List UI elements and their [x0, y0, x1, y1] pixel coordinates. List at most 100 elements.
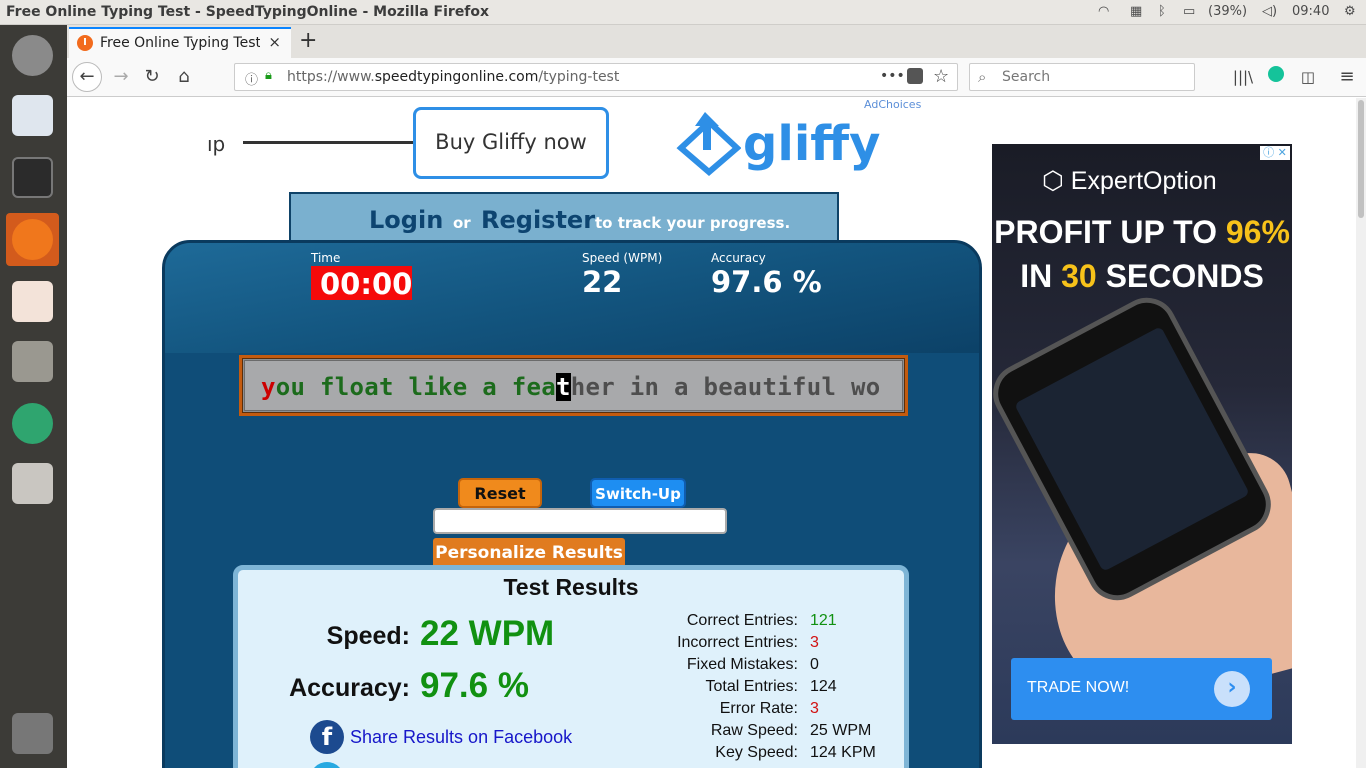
clock[interactable]: 09:40 [1292, 4, 1329, 19]
firefox-icon [12, 219, 53, 260]
forward-button[interactable]: → [107, 63, 135, 91]
launcher-mixer[interactable] [6, 457, 59, 510]
ad-headline-2c: SECONDS [1096, 258, 1264, 294]
nav-bar: ← → ↻ ⌂ ⓘ 🔒︎ https://www.speedtypingonli… [67, 58, 1366, 97]
launcher-firefox[interactable] [6, 213, 59, 266]
result-detail-label: Total Entries: [705, 678, 798, 695]
launcher-files[interactable] [6, 335, 59, 388]
mixer-icon [12, 463, 53, 504]
ubuntu-dash-button[interactable] [6, 29, 59, 82]
results-speed-value: 22 WPM [420, 614, 555, 653]
ad-close-button[interactable]: ⓘ ✕ [1260, 146, 1290, 160]
typing-test-panel: Time 00:00 Speed (WPM) 22 Accuracy 97.6 … [162, 240, 982, 768]
time-label: Time [311, 251, 341, 265]
new-tab-button[interactable]: + [299, 28, 317, 53]
settings-gear-icon[interactable]: ⚙ [1344, 4, 1356, 19]
share-facebook-link[interactable]: Share Results on Facebook [350, 727, 572, 748]
trade-now-label: TRADE NOW! [1027, 679, 1130, 696]
result-detail-value: 124 KPM [810, 744, 876, 761]
accuracy-value: 97.6 % [711, 265, 822, 299]
launcher-image-viewer[interactable] [6, 89, 59, 142]
wifi-icon[interactable]: ◠ [1098, 4, 1109, 19]
login-link[interactable]: Login [369, 206, 443, 234]
buy-gliffy-button[interactable]: Buy Gliffy now [413, 107, 609, 179]
typed-text: ou float like a fea [275, 373, 556, 401]
ad-headline-2a: IN [1020, 258, 1062, 294]
time-value: 00:00 [320, 267, 413, 301]
tab-label: Free Online Typing Test - SpeedTypingOnl… [100, 35, 260, 51]
tab-strip: I Free Online Typing Test - SpeedTypingO… [67, 25, 1366, 58]
gliffy-wordmark: gliffy [743, 116, 881, 172]
or-text: or [453, 214, 471, 232]
page-actions-button[interactable]: ••• [880, 68, 905, 84]
login-banner-suffix: to track your progress. [595, 214, 791, 232]
expertoption-ad[interactable]: ⓘ ✕ ⬡ ExpertOption PROFIT UP TO 96% IN 3… [992, 144, 1292, 744]
typing-text: you float like a feather in a beautiful … [261, 373, 880, 401]
error-char: y [261, 373, 276, 401]
ad-headline-1: PROFIT UP TO 96% [992, 214, 1292, 251]
bluetooth-icon[interactable]: ᛒ [1158, 4, 1166, 19]
home-button[interactable]: ⌂ [170, 63, 198, 91]
back-button[interactable]: ← [72, 62, 102, 92]
launcher-terminal[interactable] [6, 151, 59, 204]
tab-close-icon[interactable]: × [268, 33, 281, 51]
ad-divider-line [243, 141, 415, 144]
sidebar-icon[interactable]: ◫ [1294, 63, 1322, 91]
typing-text-box[interactable]: you float like a feather in a beautiful … [239, 355, 908, 416]
scrollbar-thumb[interactable] [1358, 100, 1364, 218]
ad-headline-1a: PROFIT UP TO [994, 214, 1226, 250]
register-link[interactable]: Register [481, 206, 595, 234]
ubuntu-logo-icon [12, 35, 53, 76]
time-display: 00:00 [311, 266, 413, 301]
result-detail-value: 3 [810, 700, 819, 717]
cursor-char: t [556, 373, 571, 401]
gliffy-logo[interactable]: gliffy [675, 110, 880, 180]
url-bar[interactable]: ⓘ 🔒︎ https://www.speedtypingonline.com/t… [234, 63, 958, 91]
remaining-text: her in a beautiful wo [570, 373, 881, 401]
page-content: AdChoices ıp Buy Gliffy now gliffy Login… [67, 98, 1356, 768]
grammarly-icon[interactable] [1262, 63, 1290, 91]
ad-partial-text: ıp [207, 132, 226, 156]
url-text[interactable]: https://www.speedtypingonline.com/typing… [287, 69, 619, 85]
launcher-atom[interactable] [6, 397, 59, 450]
launcher-impress[interactable] [6, 275, 59, 328]
keyboard-icon[interactable]: ▦ [1130, 4, 1142, 19]
system-top-bar: Free Online Typing Test - SpeedTypingOnl… [0, 0, 1366, 25]
facebook-icon[interactable]: f [310, 720, 344, 754]
tab-typing-test[interactable]: I Free Online Typing Test - SpeedTypingO… [69, 27, 291, 58]
lock-icon[interactable]: 🔒︎ [265, 68, 272, 83]
typing-text-inner: you float like a feather in a beautiful … [244, 360, 903, 411]
impress-icon [12, 281, 53, 322]
search-placeholder: Search [1002, 69, 1051, 85]
result-detail-label: Fixed Mistakes: [686, 656, 798, 673]
bookmark-star-icon[interactable]: ☆ [933, 66, 949, 87]
switch-up-button[interactable]: Switch-Up [590, 478, 686, 508]
results-speed-label: Speed: [326, 622, 410, 650]
menu-hamburger-icon[interactable]: ≡ [1333, 63, 1361, 91]
page-scrollbar[interactable] [1356, 98, 1366, 768]
gliffy-mark-icon [676, 112, 742, 176]
typing-input[interactable] [433, 508, 727, 534]
volume-icon[interactable]: ◁) [1262, 4, 1277, 19]
ad-headline-1b: 96% [1225, 214, 1290, 250]
expertoption-logo: ⬡ ExpertOption [1042, 167, 1217, 195]
battery-percent[interactable]: (39%) [1208, 4, 1247, 19]
reload-button[interactable]: ↻ [138, 63, 166, 91]
library-icon[interactable]: |||\ [1229, 63, 1257, 91]
result-detail-label: Key Speed: [715, 744, 798, 761]
trade-now-button[interactable]: TRADE NOW! › [1011, 658, 1272, 720]
twitter-icon[interactable] [310, 762, 344, 768]
reset-button[interactable]: Reset [458, 478, 542, 508]
search-bar[interactable]: ⌕ Search [969, 63, 1195, 91]
result-detail-value: 124 [810, 678, 837, 695]
launcher-trash[interactable] [6, 707, 59, 760]
info-icon[interactable]: ⓘ [245, 69, 258, 88]
battery-icon[interactable]: ▭ [1183, 4, 1195, 19]
trash-icon [12, 713, 53, 754]
ad-headline-2b: 30 [1061, 258, 1097, 294]
result-detail-label: Error Rate: [719, 700, 798, 717]
result-detail-value: 121 [810, 612, 837, 629]
pocket-icon[interactable] [907, 68, 923, 84]
site-favicon-icon: I [77, 35, 93, 51]
panel-header-gradient [165, 243, 979, 353]
